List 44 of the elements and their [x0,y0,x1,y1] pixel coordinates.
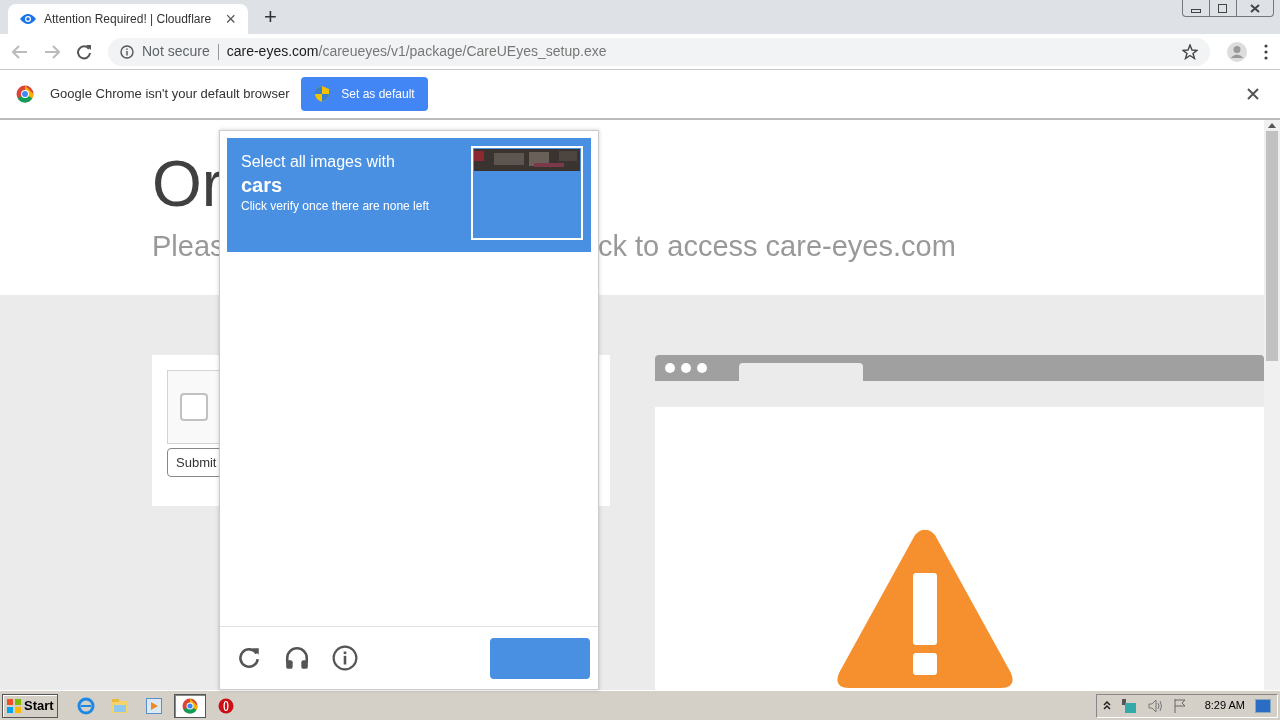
eye-icon [20,13,36,25]
challenge-prompt: Select all images with [241,152,396,172]
show-hidden-icon[interactable] [1102,701,1111,710]
challenge-target: cars [241,173,284,198]
page-heading: Or [152,152,224,216]
set-default-button[interactable]: Set as default [301,77,429,111]
address-bar[interactable]: Not secure care-eyes.com/careueyes/v1/package/CareUEyes_setup.exe [108,37,1210,66]
reload-icon[interactable] [76,43,92,60]
new-tab-button[interactable]: + [264,6,277,28]
info-icon[interactable] [332,645,358,671]
tab-close-button[interactable]: × [225,10,236,28]
chrome-icon [181,697,198,714]
security-label: Not secure [142,42,210,61]
url-text: care-eyes.com/careueyes/v1/package/CareUEyes_setup.exe [226,42,608,61]
infobar-message: Google Chrome isn't your default browser [50,85,290,104]
tab-title: Attention Required! | Cloudflare [44,11,213,28]
shield-icon [315,86,330,102]
profile-icon[interactable] [1226,40,1248,63]
network-icon[interactable] [1120,697,1137,714]
play-icon [145,697,162,714]
windows-logo-icon [6,697,22,714]
scroll-up-icon[interactable] [1268,123,1276,128]
page-subtitle: ck to access care-eyes.com [598,230,956,262]
info-icon [120,44,134,59]
reload-icon[interactable] [236,645,262,671]
scrollbar[interactable] [1264,120,1280,690]
taskbar-button[interactable] [173,693,206,718]
headphones-icon[interactable] [284,645,310,671]
start-button[interactable]: Start [2,693,58,718]
flag-icon[interactable] [1172,697,1187,714]
globe-icon [76,696,95,715]
folder-icon [110,697,129,714]
chrome-logo-icon [16,85,34,103]
menu-icon[interactable] [1264,43,1268,60]
clock: 8:29 AM [1204,698,1245,714]
browser-tab[interactable]: Attention Required! | Cloudflare × [8,4,248,34]
opera-icon [217,697,234,714]
infobar-close-button[interactable] [1246,87,1260,101]
verify-button[interactable] [490,637,590,679]
star-icon[interactable] [1182,43,1198,60]
show-desktop-icon[interactable] [1255,698,1271,713]
captcha-checkbox[interactable] [180,393,208,421]
challenge-hint: Click verify once there are none left [241,198,431,214]
speaker-icon[interactable] [1146,697,1163,714]
